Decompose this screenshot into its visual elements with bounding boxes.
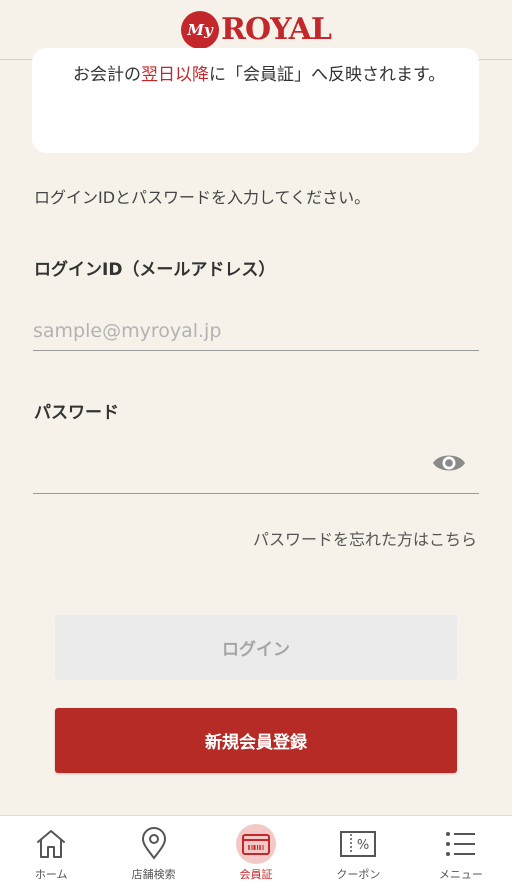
- tab-store-search-label: 店舗検索: [131, 868, 176, 881]
- tab-coupon-label: クーポン: [336, 868, 381, 881]
- tab-home[interactable]: ホーム: [0, 816, 102, 883]
- myroyal-logo: My ROYAL: [181, 10, 332, 49]
- member-card-icon: [242, 834, 271, 855]
- menu-list-icon: [445, 832, 475, 856]
- login-id-label: ログインID（メールアドレス）: [34, 260, 276, 280]
- tab-menu-label: メニュー: [438, 868, 483, 881]
- forgot-password-link[interactable]: パスワードを忘れた方はこちら: [253, 526, 477, 550]
- location-pin-icon: [141, 827, 166, 860]
- tab-member-card[interactable]: 会員証: [205, 816, 307, 883]
- notice-text: お会計の翌日以降に「会員証」へ反映されます。: [73, 60, 445, 85]
- bottom-tab-bar: ホーム 店舗検索 会員証 % クーポン メニュー: [0, 815, 512, 883]
- notice-prefix: お会計の: [73, 65, 141, 85]
- svg-text:%: %: [357, 838, 369, 853]
- tab-coupon[interactable]: % クーポン: [307, 816, 409, 883]
- tab-home-label: ホーム: [34, 868, 68, 881]
- tab-menu[interactable]: メニュー: [410, 816, 512, 883]
- notice-highlight: 翌日以降: [141, 65, 209, 85]
- login-button[interactable]: ログイン: [55, 615, 457, 680]
- coupon-icon: %: [340, 831, 377, 857]
- password-input[interactable]: [33, 454, 479, 494]
- notice-suffix: に「会員証」へ反映されます。: [209, 65, 446, 85]
- tab-member-card-label: 会員証: [239, 868, 273, 881]
- notice-card: お会計の翌日以降に「会員証」へ反映されます。: [32, 48, 479, 153]
- tab-store-search[interactable]: 店舗検索: [102, 816, 204, 883]
- home-icon: [37, 830, 66, 858]
- logo-badge: My: [181, 10, 220, 49]
- eye-icon[interactable]: [432, 451, 466, 475]
- logo-text: ROYAL: [221, 12, 332, 47]
- register-button[interactable]: 新規会員登録: [55, 708, 457, 773]
- login-instruction: ログインIDとパスワードを入力してください。: [34, 188, 371, 207]
- password-label: パスワード: [34, 403, 119, 423]
- login-id-input[interactable]: [33, 311, 479, 351]
